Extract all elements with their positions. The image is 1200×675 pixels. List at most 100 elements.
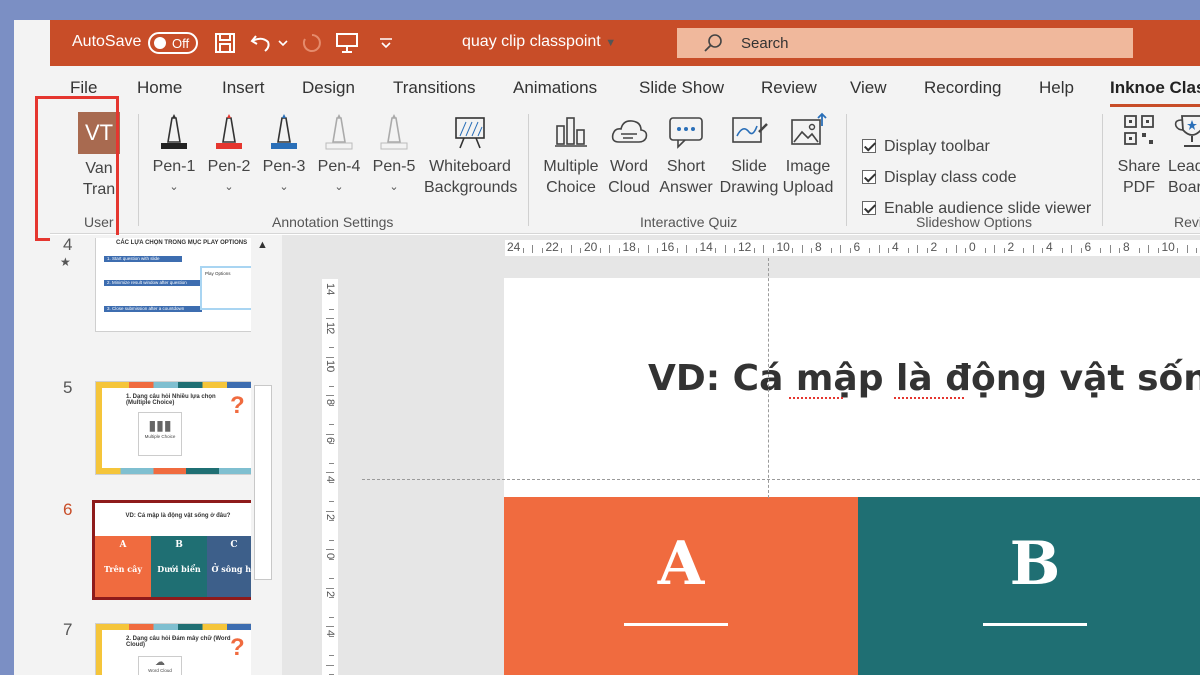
- tab-inknoe-classpoint[interactable]: Inknoe Clas: [1110, 78, 1200, 98]
- scroll-up-arrow-icon[interactable]: ▲: [257, 239, 268, 251]
- whiteboard-label-2: Backgrounds: [424, 179, 518, 196]
- pen-4-icon: [325, 114, 353, 150]
- document-title[interactable]: quay clip classpoint ▼: [462, 33, 616, 51]
- ruler-tick: [580, 248, 582, 253]
- horizontal-guide-line: [362, 479, 1200, 480]
- display-class-code-checkbox[interactable]: Display class code: [862, 169, 1017, 187]
- multiple-choice-button[interactable]: Multiple Choice: [540, 112, 602, 198]
- group-label-slideshow-options: Slideshow Options: [916, 214, 1032, 230]
- chevron-down-icon: ⌄: [389, 181, 399, 193]
- word-cloud-button[interactable]: Word Cloud: [606, 112, 652, 198]
- image-upload-button[interactable]: Image Upload: [780, 112, 836, 198]
- autosave-state: Off: [172, 36, 190, 51]
- ruler-tick-label: 4: [892, 240, 899, 254]
- customize-toolbar-icon[interactable]: [376, 30, 396, 56]
- tab-recording[interactable]: Recording: [924, 78, 1002, 98]
- ruler-tick-label: 24: [507, 240, 521, 254]
- slide-thumbnail-7[interactable]: 2. Dạng câu hỏi Đám mây chữ (Word Cloud)…: [95, 623, 261, 675]
- tab-home[interactable]: Home: [137, 78, 182, 98]
- ruler-tick: [830, 248, 832, 253]
- slide-thumbnail-5[interactable]: 1. Dạng câu hỏi Nhiều lựa chọn (Multiple…: [95, 381, 261, 475]
- group-divider: [846, 114, 847, 226]
- share-pdf-button[interactable]: Share PDF: [1112, 112, 1166, 198]
- qr-code-icon: [1124, 115, 1154, 145]
- ruler-tick: [801, 245, 803, 253]
- ruler-tick-label: 12: [738, 240, 752, 254]
- leaderboard-button[interactable]: Leader Board: [1168, 112, 1200, 198]
- ruler-tick-label: 22: [545, 240, 559, 254]
- display-toolbar-checkbox[interactable]: Display toolbar: [862, 138, 990, 156]
- slideshow-from-start-icon[interactable]: [334, 30, 360, 56]
- ruler-tick-label: 6: [1084, 240, 1092, 254]
- cloud-icon: [611, 120, 648, 143]
- tab-help[interactable]: Help: [1039, 78, 1074, 98]
- speech-bubble-icon: [669, 117, 703, 149]
- slide-drawing-button[interactable]: Slide Drawing: [718, 112, 780, 198]
- ruler-tick: [326, 510, 334, 512]
- ruler-tick: [907, 248, 909, 253]
- slide-question-text[interactable]: VD: Cá mập là động vật sống ở: [648, 358, 1200, 399]
- pen-3-label: Pen-3: [262, 158, 306, 175]
- answer-option-b[interactable]: B: [858, 497, 1200, 675]
- slide-thumbnail-4[interactable]: CÁC LỰA CHỌN TRONG MỤC PLAY OPTIONS 1. S…: [95, 238, 261, 332]
- ruler-tick: [329, 443, 334, 445]
- autosave-toggle[interactable]: Off: [148, 32, 198, 54]
- slide-number-7: 7: [63, 620, 73, 639]
- current-slide[interactable]: VD: Cá mập là động vật sống ở A B: [504, 278, 1200, 675]
- redo-icon[interactable]: [298, 30, 324, 56]
- tab-animations[interactable]: Animations: [513, 78, 597, 98]
- tab-transitions[interactable]: Transitions: [393, 78, 476, 98]
- ruler-tick: [1119, 248, 1121, 253]
- ruler-tick: [734, 248, 736, 253]
- save-icon[interactable]: [212, 30, 238, 56]
- spellcheck-underline: [894, 397, 964, 399]
- slide-thumbnail-6-selected[interactable]: VD: Cá mập là động vật sống ở đâu? A Trê…: [92, 500, 264, 600]
- ruler-tick: [329, 385, 334, 387]
- tab-view[interactable]: View: [850, 78, 887, 98]
- ruler-tick: [715, 248, 717, 253]
- thumb-6-option-a: A Trên cây: [95, 536, 151, 597]
- toggle-knob: [154, 37, 166, 49]
- undo-icon[interactable]: [248, 30, 274, 56]
- ruler-tick: [811, 248, 813, 253]
- tab-slide-show[interactable]: Slide Show: [639, 78, 724, 98]
- ruler-tick: [329, 578, 334, 580]
- search-box[interactable]: Search: [677, 28, 1133, 58]
- tab-design[interactable]: Design: [302, 78, 355, 98]
- pen-5-button[interactable]: Pen-5 ⌄: [370, 112, 418, 198]
- pen-2-button[interactable]: Pen-2 ⌄: [205, 112, 253, 198]
- ruler-tick: [329, 347, 334, 349]
- scrollbar-thumb[interactable]: [254, 385, 272, 580]
- pen-3-button[interactable]: Pen-3 ⌄: [260, 112, 308, 198]
- ruler-tick: [329, 404, 334, 406]
- ruler-tick-label: 2: [324, 591, 336, 598]
- checkbox-checked: [862, 201, 876, 215]
- tab-review[interactable]: Review: [761, 78, 817, 98]
- short-answer-button[interactable]: Short Answer: [656, 112, 716, 198]
- pen-1-button[interactable]: Pen-1 ⌄: [150, 112, 198, 198]
- ruler-tick: [329, 597, 334, 599]
- option-a-letter: A: [657, 529, 705, 599]
- spellcheck-underline: [789, 397, 843, 399]
- pen-4-button[interactable]: Pen-4 ⌄: [315, 112, 363, 198]
- ruler-tick: [984, 248, 986, 253]
- slide-drawing-label-1: Slide: [731, 158, 767, 175]
- whiteboard-label-1: Whiteboard: [429, 158, 511, 175]
- ruler-tick: [541, 248, 543, 253]
- undo-dropdown-icon[interactable]: [276, 30, 290, 56]
- tab-insert[interactable]: Insert: [222, 78, 265, 98]
- ruler-tick: [326, 587, 334, 589]
- short-answer-label-1: Short: [666, 158, 706, 175]
- thumb-5-icon-label: Multiple Choice: [144, 434, 176, 439]
- ruler-tick: [1186, 245, 1188, 253]
- ruler-tick-label: 4: [1046, 240, 1053, 254]
- ruler-tick-label: 0: [969, 240, 976, 254]
- answer-option-a[interactable]: A: [504, 497, 858, 675]
- whiteboard-backgrounds-button[interactable]: Whiteboard Backgrounds: [424, 112, 518, 198]
- ruler-tick: [1157, 248, 1159, 253]
- tab-file[interactable]: File: [70, 78, 97, 98]
- ruler-tick: [869, 248, 871, 253]
- ruler-tick-label: 14: [324, 283, 336, 296]
- pen-1-icon: [161, 114, 187, 149]
- thumbnails-scrollbar[interactable]: ▲: [251, 235, 275, 675]
